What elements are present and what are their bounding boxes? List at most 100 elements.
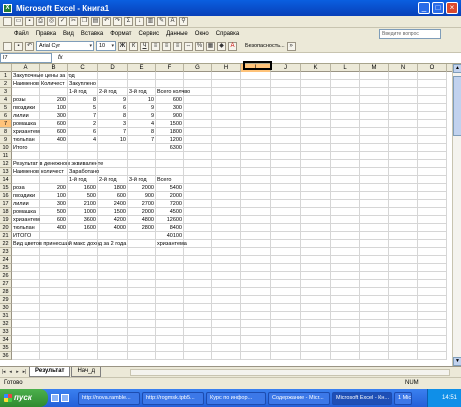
cell-k30[interactable] <box>301 304 331 312</box>
minimize-button[interactable]: _ <box>418 2 430 14</box>
cell-i27[interactable] <box>241 280 271 288</box>
cell-m19[interactable] <box>360 216 389 224</box>
cell-e1[interactable] <box>128 72 156 80</box>
cell-b1[interactable] <box>40 72 68 80</box>
cell-b5[interactable]: 100 <box>40 104 68 112</box>
save-icon-2[interactable]: ▪ <box>14 41 23 51</box>
cell-h23[interactable] <box>212 248 241 256</box>
cell-n13[interactable] <box>389 168 418 176</box>
cell-h20[interactable] <box>212 224 241 232</box>
cell-f16[interactable]: 2000 <box>156 192 184 200</box>
column-header-e[interactable]: E <box>128 64 156 72</box>
cell-j26[interactable] <box>271 272 301 280</box>
cell-g11[interactable] <box>184 152 212 160</box>
cell-d7[interactable]: 3 <box>98 120 128 128</box>
cell-c6[interactable]: 7 <box>68 112 98 120</box>
help-search-input[interactable]: Введите вопрос <box>379 29 441 39</box>
cell-c12[interactable] <box>68 160 98 168</box>
align-left-icon[interactable]: ≡ <box>151 41 160 51</box>
cell-j6[interactable] <box>271 112 301 120</box>
cell-h31[interactable] <box>212 312 241 320</box>
cell-e24[interactable] <box>128 256 156 264</box>
cell-j34[interactable] <box>271 336 301 344</box>
cell-a8[interactable]: хризантем <box>12 128 40 136</box>
cell-f29[interactable] <box>156 296 184 304</box>
redo-icon[interactable]: ↷ <box>113 17 122 26</box>
cell-l36[interactable] <box>331 352 360 360</box>
cell-k12[interactable] <box>301 160 331 168</box>
cell-m18[interactable] <box>360 208 389 216</box>
sheet-tab-start[interactable]: Нач_д <box>71 367 101 377</box>
cell-e21[interactable] <box>128 232 156 240</box>
cell-n16[interactable] <box>389 192 418 200</box>
cell-n27[interactable] <box>389 280 418 288</box>
cell-o33[interactable] <box>418 328 447 336</box>
menu-data[interactable]: Данные <box>166 31 188 37</box>
cell-o16[interactable] <box>418 192 447 200</box>
cell-m20[interactable] <box>360 224 389 232</box>
cell-g19[interactable] <box>184 216 212 224</box>
row-header[interactable]: 4 <box>0 96 12 104</box>
cell-b10[interactable] <box>40 144 68 152</box>
cell-k17[interactable] <box>301 200 331 208</box>
cell-g27[interactable] <box>184 280 212 288</box>
cell-b3[interactable] <box>40 88 68 96</box>
cell-m29[interactable] <box>360 296 389 304</box>
cell-b15[interactable]: 200 <box>40 184 68 192</box>
cell-k7[interactable] <box>301 120 331 128</box>
cell-a14[interactable] <box>12 176 40 184</box>
cell-d21[interactable] <box>98 232 128 240</box>
cell-i10[interactable] <box>241 144 271 152</box>
cell-j36[interactable] <box>271 352 301 360</box>
cell-n14[interactable] <box>389 176 418 184</box>
preview-icon[interactable]: ◎ <box>47 17 56 26</box>
cell-k9[interactable] <box>301 136 331 144</box>
close-button[interactable]: × <box>446 2 458 14</box>
copy-icon[interactable]: ❐ <box>80 17 89 26</box>
cell-o9[interactable] <box>418 136 447 144</box>
cell-a19[interactable]: хризантем <box>12 216 40 224</box>
cell-c17[interactable]: 2100 <box>68 200 98 208</box>
cell-n12[interactable] <box>389 160 418 168</box>
cell-n7[interactable] <box>389 120 418 128</box>
name-box[interactable]: I7 <box>0 53 52 63</box>
cell-n20[interactable] <box>389 224 418 232</box>
cell-e16[interactable]: 900 <box>128 192 156 200</box>
row-header[interactable]: 23 <box>0 248 12 256</box>
cell-d1[interactable] <box>98 72 128 80</box>
fill-color-icon[interactable]: ◆ <box>217 41 226 51</box>
cell-e22[interactable] <box>128 240 156 248</box>
cell-l19[interactable] <box>331 216 360 224</box>
row-header[interactable]: 25 <box>0 264 12 272</box>
cell-k15[interactable] <box>301 184 331 192</box>
chart-wizard-icon[interactable]: ▥ <box>146 17 155 26</box>
cell-m15[interactable] <box>360 184 389 192</box>
cell-k20[interactable] <box>301 224 331 232</box>
cell-a17[interactable]: лилии <box>12 200 40 208</box>
cell-e28[interactable] <box>128 288 156 296</box>
cell-k26[interactable] <box>301 272 331 280</box>
cell-b36[interactable] <box>40 352 68 360</box>
spreadsheet-grid[interactable]: ABCDEFGHIJKLMNO 1 Закупочные цены за год 2… <box>0 64 452 366</box>
cell-l29[interactable] <box>331 296 360 304</box>
cell-m30[interactable] <box>360 304 389 312</box>
row-header[interactable]: 13 <box>0 168 12 176</box>
cell-c29[interactable] <box>68 296 98 304</box>
bold-icon[interactable]: Ж <box>118 41 127 51</box>
cell-j3[interactable] <box>271 88 301 96</box>
column-header-b[interactable]: B <box>40 64 68 72</box>
cell-h18[interactable] <box>212 208 241 216</box>
first-sheet-icon[interactable]: |◂ <box>0 368 7 376</box>
sort-asc-icon[interactable]: ↓ <box>135 17 144 26</box>
cell-a27[interactable] <box>12 280 40 288</box>
row-header[interactable]: 16 <box>0 192 12 200</box>
cell-n9[interactable] <box>389 136 418 144</box>
cell-l18[interactable] <box>331 208 360 216</box>
start-button[interactable]: пуск <box>0 389 48 407</box>
cell-g10[interactable] <box>184 144 212 152</box>
cell-o27[interactable] <box>418 280 447 288</box>
cell-c15[interactable]: 1600 <box>68 184 98 192</box>
cell-o25[interactable] <box>418 264 447 272</box>
cell-j27[interactable] <box>271 280 301 288</box>
cell-a4[interactable]: розы <box>12 96 40 104</box>
